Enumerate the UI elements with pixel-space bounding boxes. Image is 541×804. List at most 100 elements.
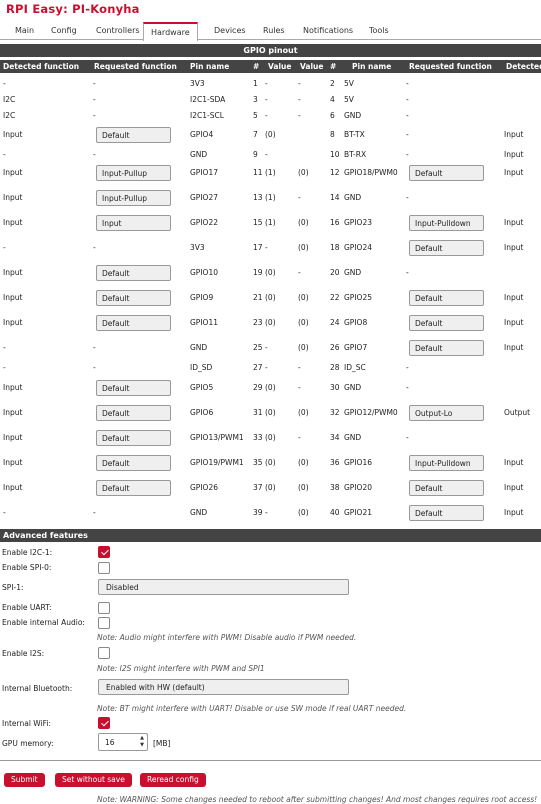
left-value: (0) bbox=[265, 268, 276, 277]
right-detected-function: Input bbox=[504, 168, 524, 177]
right-requested-function-select[interactable]: Default bbox=[409, 290, 484, 306]
right-pin-number: 10 bbox=[330, 150, 340, 159]
uart-checkbox[interactable] bbox=[98, 602, 110, 614]
gpio-row: Input Default GPIO5 29 (0) - 30 GND - bbox=[0, 375, 541, 400]
right-requested-function-select[interactable]: Output-Lo bbox=[409, 405, 484, 421]
right-value: (0) bbox=[298, 318, 309, 327]
right-requested-function-select[interactable]: Default bbox=[409, 165, 484, 181]
left-detected-function: I2C bbox=[3, 111, 16, 120]
right-requested-function-select[interactable]: Default bbox=[409, 340, 484, 356]
left-requested-function-select[interactable]: Default bbox=[96, 315, 171, 331]
right-requested-function-select[interactable]: Input-Pulldown bbox=[409, 455, 484, 471]
right-detected-function: Input bbox=[504, 130, 524, 139]
right-requested-function-select[interactable]: Default bbox=[409, 505, 484, 521]
right-pin-name: GPIO16 bbox=[344, 458, 372, 467]
tab-devices[interactable]: Devices bbox=[214, 26, 246, 35]
i2c1-checkbox[interactable] bbox=[98, 546, 110, 558]
right-value: - bbox=[298, 79, 301, 88]
left-pin-name: GPIO4 bbox=[190, 130, 214, 139]
tab-main[interactable]: Main bbox=[15, 26, 34, 35]
right-value: (0) bbox=[298, 408, 309, 417]
right-detected-function: Input bbox=[504, 293, 524, 302]
right-pin-number: 40 bbox=[330, 508, 340, 517]
left-value: (1) bbox=[265, 168, 276, 177]
left-pin-number: 17 bbox=[253, 243, 263, 252]
submit-button[interactable]: Submit bbox=[4, 773, 45, 787]
left-requested-function-select[interactable]: Default bbox=[96, 455, 171, 471]
right-detected-function: Input bbox=[504, 508, 524, 517]
left-pin-number: 35 bbox=[253, 458, 263, 467]
tab-hardware[interactable]: Hardware bbox=[143, 22, 198, 41]
gpu-memory-stepper[interactable]: 16 ▲ ▼ bbox=[98, 733, 148, 751]
tab-rules[interactable]: Rules bbox=[263, 26, 285, 35]
reread-config-button[interactable]: Reread config bbox=[140, 773, 206, 787]
left-requested-function-select[interactable]: Input-Pullup bbox=[96, 190, 171, 206]
i2s-label: Enable I2S: bbox=[2, 649, 45, 658]
gpio-row: - - GND 39- (0) 40 GPIO21 Default Input bbox=[0, 500, 541, 525]
gpio-row: Input Default GPIO6 31 (0) (0) 32 GPIO12/PWM0 Ou… bbox=[0, 400, 541, 425]
gpio-row: I2C - I2C1-SDA 3- -4 5V - bbox=[0, 92, 541, 108]
left-pin-number: 7 bbox=[253, 130, 258, 139]
left-detected-function: Input bbox=[3, 168, 23, 177]
right-pin-name: GND bbox=[344, 268, 362, 277]
right-value: (0) bbox=[298, 483, 309, 492]
right-requested-function-select[interactable]: Default bbox=[409, 480, 484, 496]
left-requested-function-select[interactable]: Default bbox=[96, 265, 171, 281]
left-pin-number: 27 bbox=[253, 363, 263, 372]
right-requested-function-select[interactable]: Default bbox=[409, 315, 484, 331]
audio-label: Enable internal Audio: bbox=[2, 618, 85, 627]
gpio-col-header: Detected bbox=[506, 62, 541, 71]
gpio-section-header: GPIO pinout bbox=[0, 44, 541, 57]
right-pin-number: 36 bbox=[330, 458, 340, 467]
left-pin-name: GPIO26 bbox=[190, 483, 218, 492]
right-detected-function: Input bbox=[504, 243, 524, 252]
right-pin-name: 5V bbox=[344, 95, 354, 104]
left-requested-function: - bbox=[93, 243, 96, 252]
divider bbox=[0, 760, 541, 761]
left-requested-function-select[interactable]: Input bbox=[96, 215, 171, 231]
left-requested-function-select[interactable]: Default bbox=[96, 405, 171, 421]
right-pin-number: 8 bbox=[330, 130, 335, 139]
right-pin-number: 32 bbox=[330, 408, 340, 417]
right-value: (0) bbox=[298, 343, 309, 352]
right-pin-number: 24 bbox=[330, 318, 340, 327]
right-value: - bbox=[298, 433, 301, 442]
right-requested-function-select[interactable]: Default bbox=[409, 240, 484, 256]
left-requested-function-select[interactable]: Default bbox=[96, 380, 171, 396]
tab-tools[interactable]: Tools bbox=[369, 26, 389, 35]
right-pin-name: GPIO23 bbox=[344, 218, 372, 227]
left-detected-function: Input bbox=[3, 483, 23, 492]
right-pin-number: 4 bbox=[330, 95, 335, 104]
left-requested-function-select[interactable]: Default bbox=[96, 480, 171, 496]
set-without-save-button[interactable]: Set without save bbox=[55, 773, 132, 787]
left-pin-number: 37 bbox=[253, 483, 263, 492]
left-requested-function-select[interactable]: Default bbox=[96, 127, 171, 143]
bluetooth-select[interactable]: Enabled with HW (default) bbox=[98, 679, 349, 695]
left-requested-function-select[interactable]: Default bbox=[96, 290, 171, 306]
spi0-checkbox[interactable] bbox=[98, 562, 110, 574]
tab-controllers[interactable]: Controllers bbox=[96, 26, 140, 35]
right-detected-function: Output bbox=[504, 408, 531, 417]
tab-config[interactable]: Config bbox=[51, 26, 77, 35]
right-pin-name: BT-TX bbox=[344, 130, 365, 139]
right-value: (0) bbox=[298, 458, 309, 467]
left-value: (0) bbox=[265, 483, 276, 492]
right-requested-function: - bbox=[406, 95, 409, 104]
i2s-checkbox[interactable] bbox=[98, 647, 110, 659]
left-requested-function-select[interactable]: Default bbox=[96, 430, 171, 446]
left-value: (0) bbox=[265, 433, 276, 442]
wifi-checkbox[interactable] bbox=[98, 717, 110, 729]
gpio-section-title: GPIO pinout bbox=[243, 45, 298, 55]
gpio-row: Input Default GPIO26 37 (0) (0) 38 GPIO20 Defaul… bbox=[0, 475, 541, 500]
tab-bar: Main Config Controllers Hardware Devices Rule… bbox=[0, 22, 541, 41]
left-requested-function-select[interactable]: Input-Pullup bbox=[96, 165, 171, 181]
spi1-label: SPI-1: bbox=[2, 583, 24, 592]
right-pin-name: GPIO21 bbox=[344, 508, 372, 517]
stepper-arrows-icon[interactable]: ▲ ▼ bbox=[140, 735, 144, 749]
spi1-select[interactable]: Disabled bbox=[98, 579, 349, 595]
spi0-label: Enable SPI-0: bbox=[2, 563, 52, 572]
audio-checkbox[interactable] bbox=[98, 617, 110, 629]
right-requested-function: - bbox=[406, 268, 409, 277]
tab-notifications[interactable]: Notifications bbox=[303, 26, 353, 35]
right-requested-function-select[interactable]: Input-Pulldown bbox=[409, 215, 484, 231]
